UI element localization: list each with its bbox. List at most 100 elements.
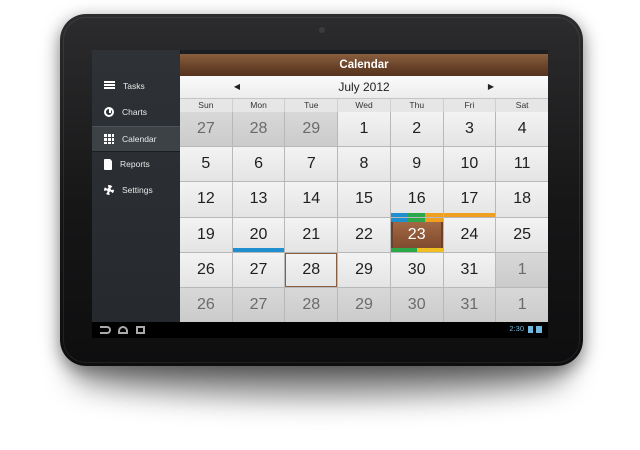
day-cell[interactable]: 27 — [232, 252, 285, 287]
sidebar-item-label: Settings — [122, 185, 153, 195]
next-month-icon[interactable]: ▶ — [482, 76, 500, 98]
day-cell[interactable]: 1 — [338, 112, 390, 147]
day-number: 27 — [196, 120, 215, 138]
weekday-label: Fri — [444, 99, 497, 112]
system-navbar: 2:30 — [92, 322, 548, 338]
reports-icon — [104, 158, 113, 170]
day-number: 16 — [407, 190, 426, 208]
home-icon[interactable] — [118, 326, 128, 334]
weekday-label: Thu — [391, 99, 444, 112]
day-cell-selected[interactable]: 28 — [285, 252, 338, 287]
sidebar-item-label: Reports — [120, 159, 150, 169]
day-number: 5 — [201, 155, 211, 173]
day-cell[interactable]: 31 — [443, 252, 496, 287]
day-cell[interactable]: 7 — [285, 147, 338, 182]
weekday-label: Sat — [515, 100, 529, 110]
sidebar-item-settings[interactable]: Settings — [92, 178, 180, 202]
day-number: 25 — [513, 225, 532, 243]
day-cell[interactable]: 9 — [390, 147, 443, 182]
event-indicator — [443, 212, 496, 217]
day-number: 15 — [355, 190, 373, 208]
day-cell[interactable]: 27 — [232, 287, 285, 322]
day-cell[interactable]: 18 — [496, 182, 548, 217]
day-cell[interactable]: 20 — [232, 217, 285, 252]
day-number: 28 — [249, 120, 268, 138]
day-number: 8 — [359, 155, 369, 173]
day-number: 19 — [196, 225, 215, 243]
event-indicator — [390, 212, 443, 217]
day-cell[interactable]: 30 — [390, 252, 443, 287]
day-cell[interactable]: 10 — [443, 147, 496, 182]
day-cell[interactable]: 6 — [232, 147, 285, 182]
charts-icon — [104, 107, 114, 117]
day-cell[interactable]: 29 — [285, 112, 338, 147]
day-cell[interactable]: 29 — [338, 287, 390, 322]
day-number: 21 — [302, 225, 321, 243]
day-cell[interactable]: 15 — [338, 182, 390, 217]
month-label: July 2012 — [338, 80, 390, 94]
day-cell[interactable]: 19 — [180, 217, 232, 252]
settings-icon — [104, 185, 114, 195]
day-number: 9 — [412, 155, 422, 173]
day-cell[interactable]: 28 — [285, 287, 338, 322]
day-number: 13 — [249, 190, 268, 208]
prev-month-icon[interactable]: ◀ — [228, 76, 246, 98]
recent-apps-icon[interactable] — [136, 326, 145, 334]
event-indicator — [390, 247, 443, 252]
day-number: 27 — [249, 295, 268, 313]
day-cell[interactable]: 12 — [180, 182, 232, 217]
day-cell[interactable]: 2 — [390, 112, 443, 147]
day-cell[interactable]: 29 — [338, 252, 390, 287]
day-cell[interactable]: 1 — [496, 252, 548, 287]
day-cell[interactable]: 17 — [443, 182, 496, 217]
day-number: 14 — [302, 190, 321, 208]
day-number: 1 — [517, 295, 527, 313]
day-cell[interactable]: 27 — [180, 112, 232, 147]
day-number: 11 — [513, 155, 531, 173]
event-indicator — [232, 247, 285, 252]
sidebar-item-tasks[interactable]: Tasks — [92, 74, 180, 98]
day-cell[interactable]: 31 — [443, 287, 496, 322]
day-number: 29 — [302, 120, 321, 138]
day-cell[interactable]: 4 — [496, 112, 548, 147]
day-cell[interactable]: 16 — [390, 182, 443, 217]
calendar-grid: 27 28 29 1 2 3 4 5 6 7 8 9 10 11 12 13 14 15 16 17 18 19 20 21 2… — [180, 112, 548, 322]
day-number: 17 — [460, 190, 479, 208]
day-number: 29 — [355, 295, 373, 313]
day-cell[interactable]: 3 — [443, 112, 496, 147]
day-cell-today[interactable]: 23 — [390, 217, 443, 252]
status-time: 2:30 — [509, 324, 524, 333]
day-number: 22 — [355, 225, 373, 243]
day-number: 26 — [196, 295, 215, 313]
day-cell[interactable]: 1 — [496, 287, 548, 322]
day-cell[interactable]: 26 — [180, 252, 232, 287]
day-cell[interactable]: 5 — [180, 147, 232, 182]
weekday-label: Mon — [233, 99, 286, 112]
day-cell[interactable]: 24 — [443, 217, 496, 252]
event-indicator — [390, 217, 443, 222]
day-number: 28 — [302, 260, 321, 278]
app-screen: Tasks Charts Calendar Reports Settings C… — [92, 50, 548, 338]
day-number: 18 — [513, 190, 532, 208]
weekday-label: Sun — [180, 99, 233, 112]
day-number: 4 — [517, 120, 527, 138]
day-cell[interactable]: 8 — [338, 147, 390, 182]
day-cell[interactable]: 30 — [390, 287, 443, 322]
sidebar-item-calendar[interactable]: Calendar — [92, 126, 180, 152]
sidebar-item-label: Charts — [122, 107, 148, 117]
back-icon[interactable] — [100, 326, 111, 334]
day-cell[interactable]: 14 — [285, 182, 338, 217]
day-number: 6 — [254, 155, 264, 173]
day-cell[interactable]: 25 — [496, 217, 548, 252]
day-cell[interactable]: 26 — [180, 287, 232, 322]
day-cell[interactable]: 28 — [232, 112, 285, 147]
day-cell[interactable]: 11 — [496, 147, 548, 182]
sidebar-item-charts[interactable]: Charts — [92, 100, 180, 124]
sidebar-item-reports[interactable]: Reports — [92, 152, 180, 176]
day-cell[interactable]: 13 — [232, 182, 285, 217]
weekday-label: Tue — [285, 99, 339, 112]
day-number: 27 — [249, 260, 268, 278]
day-cell[interactable]: 21 — [285, 217, 338, 252]
weekday-label: Wed — [338, 99, 391, 112]
day-cell[interactable]: 22 — [338, 217, 390, 252]
